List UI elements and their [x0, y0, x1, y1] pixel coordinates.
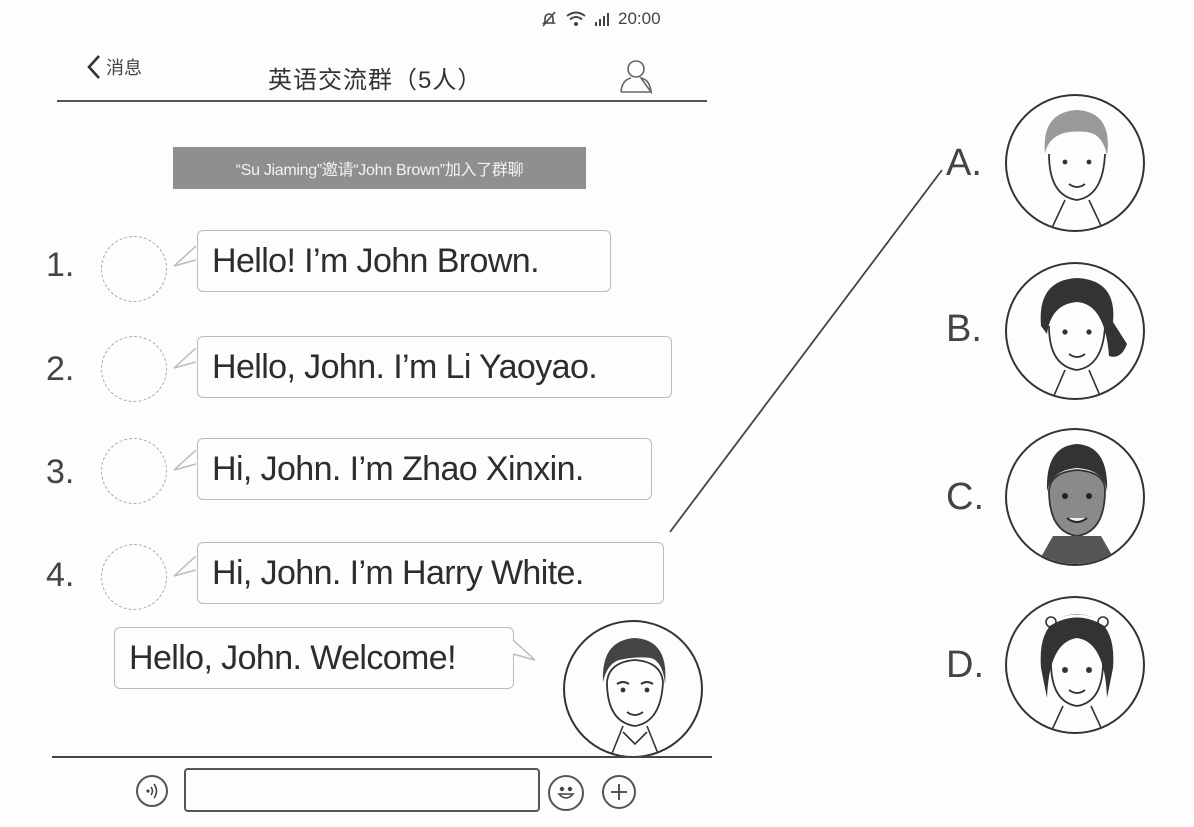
page-title: 英语交流群（5人） [268, 67, 483, 94]
bubble-tail [173, 449, 196, 471]
footer-divider [52, 756, 712, 758]
option-letter: B. [946, 308, 982, 350]
own-avatar [563, 620, 703, 758]
option-portrait-d[interactable] [1005, 596, 1145, 734]
message-number: 1. [46, 246, 75, 284]
option-portrait-b[interactable] [1005, 262, 1145, 400]
bubble-tail [173, 555, 196, 577]
message-number: 4. [46, 556, 75, 594]
own-message-bubble: Hello, John. Welcome! [114, 627, 514, 689]
avatar-placeholder [101, 438, 167, 504]
status-time: 20:00 [618, 9, 661, 28]
message-input[interactable] [184, 768, 540, 812]
back-button[interactable]: 消息 [86, 54, 142, 80]
emoji-icon[interactable] [548, 775, 584, 811]
answer-connector-line [669, 169, 943, 533]
back-label: 消息 [106, 58, 142, 78]
message-bubble: Hello! I’m John Brown. [197, 230, 611, 292]
chevron-left-icon [87, 55, 100, 79]
option-letter: D. [946, 644, 984, 686]
message-number: 3. [46, 453, 75, 491]
voice-icon[interactable] [136, 775, 168, 807]
boy-portrait [602, 638, 666, 756]
option-letter: A. [946, 142, 982, 184]
bubble-tail [173, 245, 196, 267]
signal-icon [595, 13, 609, 26]
system-notice: “Su Jiaming”邀请“John Brown”加入了群聊 [173, 147, 586, 189]
message-bubble: Hi, John. I’m Zhao Xinxin. [197, 438, 652, 500]
message-bubble: Hi, John. I’m Harry White. [197, 542, 664, 604]
person-icon[interactable] [618, 56, 654, 94]
wifi-icon [566, 11, 586, 26]
mute-bell-icon [542, 11, 556, 27]
avatar-placeholder [101, 336, 167, 402]
plus-icon[interactable] [602, 775, 636, 809]
status-bar: 20:00 [540, 8, 661, 30]
bubble-tail [513, 639, 536, 661]
avatar-placeholder [101, 544, 167, 610]
header-divider [57, 100, 707, 102]
bubble-tail [173, 347, 196, 369]
option-portrait-c[interactable] [1005, 428, 1145, 566]
message-number: 2. [46, 350, 75, 388]
option-portrait-a[interactable] [1005, 94, 1145, 232]
avatar-placeholder [101, 236, 167, 302]
message-bubble: Hello, John. I’m Li Yaoyao. [197, 336, 672, 398]
option-letter: C. [946, 476, 984, 518]
